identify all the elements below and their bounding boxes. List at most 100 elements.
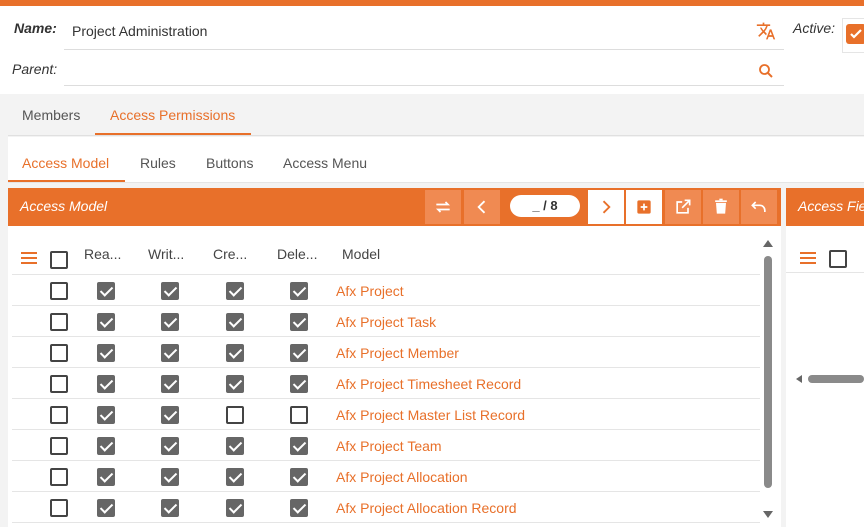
panel2-hamburger-icon[interactable] <box>800 252 816 264</box>
read-checkbox[interactable] <box>97 344 115 362</box>
add-button[interactable] <box>626 190 662 224</box>
create-checkbox[interactable] <box>226 375 244 393</box>
select-all-checkbox[interactable] <box>50 251 68 269</box>
scroll-down-icon[interactable] <box>763 511 773 518</box>
parent-field[interactable] <box>64 50 784 86</box>
create-checkbox[interactable] <box>226 313 244 331</box>
prev-page-button[interactable] <box>464 190 500 224</box>
hamburger-icon[interactable] <box>21 252 37 264</box>
swap-icon <box>435 201 451 213</box>
row-select-checkbox[interactable] <box>50 406 68 424</box>
undo-button[interactable] <box>741 190 777 224</box>
undo-icon <box>751 201 766 212</box>
read-checkbox[interactable] <box>97 375 115 393</box>
chevron-left-icon <box>477 200 486 214</box>
trash-icon <box>715 198 727 214</box>
write-checkbox[interactable] <box>161 344 179 362</box>
secondary-tabs: Access Model Rules Buttons Access Menu <box>8 137 864 183</box>
delete-checkbox[interactable] <box>290 344 308 362</box>
chevron-right-icon <box>602 200 611 214</box>
next-page-button[interactable] <box>588 190 624 224</box>
read-checkbox[interactable] <box>97 437 115 455</box>
translate-icon[interactable] <box>756 21 776 41</box>
tab-members[interactable]: Members <box>22 107 80 123</box>
write-checkbox[interactable] <box>161 406 179 424</box>
row-select-checkbox[interactable] <box>50 282 68 300</box>
access-fields-panel: Access Fie <box>786 188 864 527</box>
column-header-create[interactable]: Cre... <box>213 246 247 262</box>
model-link[interactable]: Afx Project Member <box>336 345 459 361</box>
create-checkbox[interactable] <box>226 406 244 424</box>
read-checkbox[interactable] <box>97 313 115 331</box>
horizontal-scrollbar[interactable] <box>808 375 864 383</box>
model-link[interactable]: Afx Project Team <box>336 438 442 454</box>
column-header-read[interactable]: Rea... <box>84 246 121 262</box>
search-icon[interactable] <box>757 62 777 82</box>
delete-button[interactable] <box>703 190 739 224</box>
panel-header: Access Model _ / 8 <box>8 188 781 226</box>
model-link[interactable]: Afx Project Timesheet Record <box>336 376 521 392</box>
tab-access-model[interactable]: Access Model <box>22 155 109 171</box>
active-subtab-indicator <box>8 180 125 182</box>
panel2-header: Access Fie <box>786 188 864 226</box>
model-link[interactable]: Afx Project Master List Record <box>336 407 525 423</box>
name-label: Name: <box>14 20 57 36</box>
active-checkbox[interactable] <box>846 24 864 44</box>
row-select-checkbox[interactable] <box>50 375 68 393</box>
row-select-checkbox[interactable] <box>50 468 68 486</box>
active-label: Active: <box>793 20 836 36</box>
tab-buttons[interactable]: Buttons <box>206 155 253 171</box>
delete-checkbox[interactable] <box>290 499 308 517</box>
read-checkbox[interactable] <box>97 499 115 517</box>
delete-checkbox[interactable] <box>290 313 308 331</box>
delete-checkbox[interactable] <box>290 468 308 486</box>
model-link[interactable]: Afx Project <box>336 283 404 299</box>
vertical-scrollbar[interactable] <box>764 256 772 488</box>
name-value: Project Administration <box>72 23 208 39</box>
delete-checkbox[interactable] <box>290 375 308 393</box>
write-checkbox[interactable] <box>161 282 179 300</box>
row-divider <box>12 522 760 523</box>
panel-title: Access Model <box>20 198 108 214</box>
model-link[interactable]: Afx Project Task <box>336 314 436 330</box>
write-checkbox[interactable] <box>161 375 179 393</box>
tab-rules[interactable]: Rules <box>140 155 176 171</box>
panel2-title: Access Fie <box>798 198 864 214</box>
delete-checkbox[interactable] <box>290 406 308 424</box>
tab-access-menu[interactable]: Access Menu <box>283 155 367 171</box>
page-indicator[interactable]: _ / 8 <box>510 195 580 217</box>
row-select-checkbox[interactable] <box>50 437 68 455</box>
open-button[interactable] <box>665 190 701 224</box>
panel2-header-divider <box>786 272 864 273</box>
create-checkbox[interactable] <box>226 499 244 517</box>
create-checkbox[interactable] <box>226 437 244 455</box>
write-checkbox[interactable] <box>161 499 179 517</box>
write-checkbox[interactable] <box>161 313 179 331</box>
delete-checkbox[interactable] <box>290 282 308 300</box>
row-select-checkbox[interactable] <box>50 344 68 362</box>
read-checkbox[interactable] <box>97 468 115 486</box>
column-header-delete[interactable]: Dele... <box>277 246 317 262</box>
read-checkbox[interactable] <box>97 282 115 300</box>
name-field[interactable]: Project Administration <box>64 14 784 50</box>
column-header-model[interactable]: Model <box>342 246 380 262</box>
delete-checkbox[interactable] <box>290 437 308 455</box>
swap-button[interactable] <box>425 190 461 224</box>
parent-label: Parent: <box>12 61 58 77</box>
tab-access-permissions[interactable]: Access Permissions <box>110 107 235 123</box>
column-header-write[interactable]: Writ... <box>148 246 184 262</box>
write-checkbox[interactable] <box>161 468 179 486</box>
create-checkbox[interactable] <box>226 344 244 362</box>
read-checkbox[interactable] <box>97 406 115 424</box>
model-link[interactable]: Afx Project Allocation <box>336 469 468 485</box>
create-checkbox[interactable] <box>226 468 244 486</box>
row-select-checkbox[interactable] <box>50 313 68 331</box>
scroll-left-icon[interactable] <box>796 375 802 383</box>
model-link[interactable]: Afx Project Allocation Record <box>336 500 517 516</box>
row-select-checkbox[interactable] <box>50 499 68 517</box>
scroll-up-icon[interactable] <box>763 240 773 247</box>
create-checkbox[interactable] <box>226 282 244 300</box>
add-icon <box>637 200 651 214</box>
write-checkbox[interactable] <box>161 437 179 455</box>
panel2-select-all-checkbox[interactable] <box>829 250 847 268</box>
